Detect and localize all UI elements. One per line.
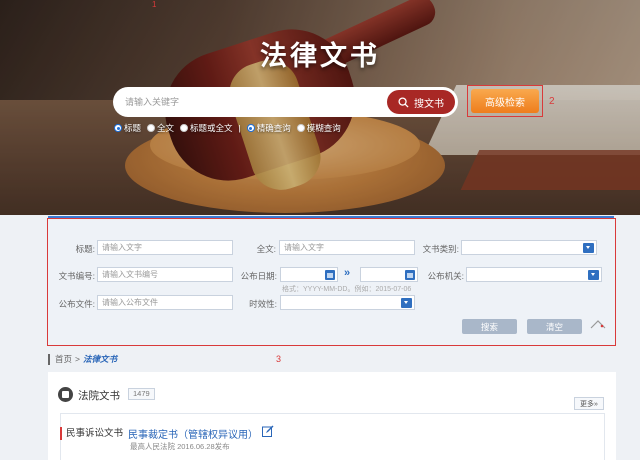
document-meta: 最高人民法院 2016.06.28发布 — [130, 442, 230, 451]
radio-title[interactable]: 标题 — [114, 122, 141, 134]
advanced-search-button[interactable]: 高级检索 — [471, 89, 539, 113]
more-button[interactable]: 更多» — [574, 397, 604, 410]
search-bar: 搜文书 — [113, 87, 458, 117]
fulltext-label: 全文: — [256, 244, 276, 254]
search-button[interactable]: 搜文书 — [387, 90, 455, 114]
panel-clear-button[interactable]: 清空 — [527, 319, 582, 334]
radio-label: 标题或全文 — [190, 123, 233, 133]
annotation-marker-3: 3 — [276, 354, 282, 364]
breadcrumb-current: 法律文书 — [82, 354, 117, 364]
radio-label: 模糊查询 — [306, 123, 341, 133]
pubdate-end-input[interactable] — [360, 267, 418, 282]
calendar-icon[interactable] — [405, 270, 415, 280]
page-title: 法律文书 — [260, 41, 380, 72]
breadcrumb-separator: > — [75, 354, 80, 364]
search-input[interactable] — [125, 93, 385, 111]
results-section: 法院文书 1479 更多» 民事诉讼文书 民事裁定书（管辖权异议用） 最高人民法… — [48, 372, 616, 460]
doctype-label: 文书类别: — [422, 244, 459, 254]
pubagency-select[interactable] — [466, 267, 602, 282]
breadcrumb: 首页 > 法律文书 — [48, 353, 117, 365]
search-icon — [398, 96, 409, 108]
fulltext-input[interactable]: 请输入文字 — [279, 240, 415, 255]
doctype-select[interactable] — [461, 240, 597, 255]
edit-icon[interactable] — [262, 425, 274, 437]
option-separator: | — [238, 123, 241, 133]
double-chevron-right-icon: » — [344, 267, 351, 279]
breadcrumb-home[interactable]: 首页 — [55, 353, 72, 365]
search-button-label: 搜文书 — [414, 98, 444, 110]
date-format-hint: 格式：YYYY-MM-DD。例如：2015-07-06 — [282, 286, 412, 293]
radio-dot — [147, 124, 156, 132]
pubfile-input[interactable]: 请输入公布文件 — [97, 295, 233, 310]
chevron-down-icon — [401, 298, 412, 308]
radio-fuzzy[interactable]: 模糊查询 — [296, 122, 341, 134]
pubagency-label: 公布机关: — [427, 271, 464, 281]
panel-search-button[interactable]: 搜索 — [462, 319, 517, 334]
category-label: 民事诉讼文书 — [60, 427, 123, 440]
docno-label: 文书编号: — [58, 271, 95, 281]
annotation-marker-1: 1 — [152, 0, 157, 9]
document-link[interactable]: 民事裁定书（管辖权异议用） — [128, 426, 258, 441]
radio-label: 精确查询 — [256, 123, 291, 133]
radio-fulltext[interactable]: 全文 — [147, 122, 174, 134]
validity-select[interactable] — [280, 295, 415, 310]
chevron-down-icon — [583, 243, 594, 253]
breadcrumb-bar — [48, 353, 50, 365]
title-label: 标题: — [75, 244, 95, 254]
radio-label: 标题 — [124, 123, 142, 133]
docno-input[interactable]: 请输入文书编号 — [97, 267, 233, 282]
collapse-icon[interactable] — [590, 319, 606, 329]
radio-title-or-fulltext[interactable]: 标题或全文 — [180, 122, 233, 134]
calendar-icon[interactable] — [325, 270, 335, 280]
validity-label: 时效性: — [249, 299, 277, 309]
title-input[interactable]: 请输入文字 — [97, 240, 233, 255]
radio-dot — [180, 124, 189, 132]
pubdate-start-input[interactable] — [280, 267, 338, 282]
radio-exact[interactable]: 精确查询 — [246, 122, 291, 134]
radio-dot — [114, 124, 122, 132]
radio-dot — [296, 124, 305, 132]
radio-label: 全文 — [157, 123, 175, 133]
results-count-badge: 1479 — [128, 388, 155, 400]
document-icon — [58, 387, 73, 402]
results-title: 法院文书 — [78, 390, 120, 402]
search-mode-options: 标题 全文 标题或全文 | 精确查询 模糊查询 — [114, 122, 347, 134]
radio-dot — [246, 124, 255, 132]
pubfile-label: 公布文件: — [58, 299, 95, 309]
chevron-down-icon — [588, 270, 599, 280]
annotation-marker-2: 2 — [549, 96, 555, 107]
pubdate-label: 公布日期: — [240, 271, 277, 281]
